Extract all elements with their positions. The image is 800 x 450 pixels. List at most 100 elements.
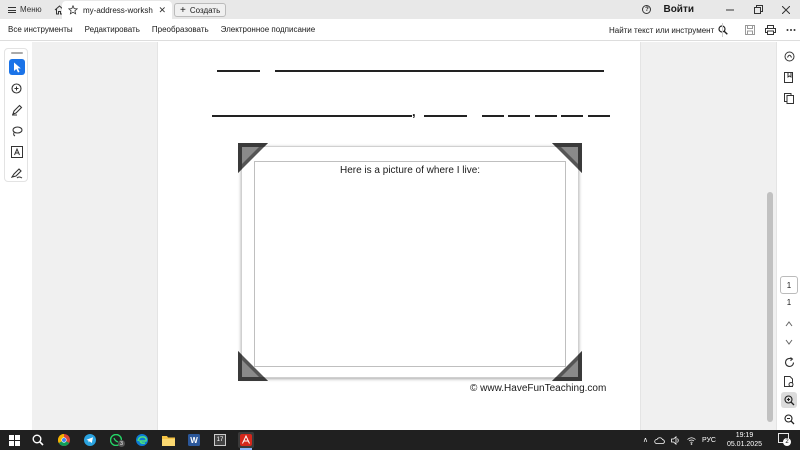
start-button[interactable] [6,432,22,448]
vertical-scrollbar[interactable] [764,42,776,430]
notification-button[interactable]: 2 [778,433,792,447]
restore-button[interactable] [744,0,772,19]
drag-handle-icon[interactable] [11,52,23,54]
chevron-up-icon[interactable]: ∧ [643,436,648,444]
menu-button[interactable]: Меню [0,0,50,19]
title-bar-right: ? Войти [642,0,800,19]
save-icon[interactable] [745,25,755,35]
acrobat-icon [240,434,252,446]
zip-blank-5 [588,115,610,117]
close-window-button[interactable] [772,0,800,19]
signature-icon [11,168,23,179]
more-options-icon[interactable] [786,25,796,35]
cloud-icon[interactable] [654,436,665,444]
wifi-icon[interactable] [687,436,696,445]
tab-all-tools[interactable]: Все инструменты [8,25,73,34]
blank-line-number [217,70,260,72]
sign-in-button[interactable]: Войти [663,4,694,15]
picture-caption: Here is a picture of where I live: [339,165,481,176]
right-tool-rail: 1 1 [776,42,800,430]
calendar-app-taskbar-button[interactable]: 17 [212,432,228,448]
tab-convert[interactable]: Преобразовать [152,25,209,34]
zoom-in-icon [783,394,794,405]
select-tool-button[interactable] [9,59,25,75]
highlight-tool-button[interactable] [9,102,25,118]
word-taskbar-button[interactable]: W [186,432,202,448]
tab-edit[interactable]: Редактировать [85,25,140,34]
menu-label: Меню [20,5,42,14]
photo-corner-bottom-right-icon [552,351,582,381]
whatsapp-badge: 3 [118,440,125,447]
blank-line-street [275,70,604,72]
close-icon [782,5,790,14]
rotate-button[interactable] [781,354,797,370]
edge-icon [136,434,148,446]
scrollbar-thumb[interactable] [767,192,773,422]
blank-line-city [212,115,412,117]
draw-tool-button[interactable] [9,123,25,139]
acrobat-taskbar-button[interactable] [238,432,254,448]
add-comment-icon [11,83,22,94]
search-icon [32,434,44,446]
quick-tools-panel [4,48,28,182]
main-toolbar: Все инструменты Редактировать Преобразов… [0,19,800,41]
picture-area: Here is a picture of where I live: [254,161,566,367]
file-explorer-taskbar-button[interactable] [160,432,176,448]
document-canvas[interactable]: , Here is a picture of where I live: © w… [32,42,776,430]
find-tool-button[interactable]: Найти текст или инструмент [609,19,729,41]
windows-taskbar: 3 W 17 ∧ РУС 19:19 05.01.2025 2 [0,430,800,450]
telegram-taskbar-button[interactable] [82,432,98,448]
whatsapp-taskbar-button[interactable]: 3 [108,432,125,448]
clock[interactable]: 19:19 05.01.2025 [727,431,762,449]
print-icon[interactable] [765,25,776,35]
bookmarks-button[interactable] [781,69,797,85]
system-tray: ∧ РУС [643,430,716,450]
taskbar-search-button[interactable] [30,432,46,448]
page-settings-icon [784,375,794,387]
zip-blank-2 [508,115,530,117]
tab-title: my-address-workshee... [83,5,153,15]
zoom-in-button[interactable] [781,392,797,408]
telegram-icon [84,434,96,446]
calendar-app-icon: 17 [214,434,226,446]
edge-taskbar-button[interactable] [134,432,150,448]
close-tab-icon[interactable]: ✕ [158,5,166,16]
rotate-icon [784,356,794,367]
text-box-icon [11,146,23,158]
page-number-input[interactable]: 1 [780,276,798,294]
next-page-button[interactable] [781,334,797,350]
blank-line-state [424,115,467,117]
zoom-out-button[interactable] [781,411,797,427]
clock-date: 05.01.2025 [726,441,762,448]
star-icon[interactable] [68,5,78,15]
left-tool-rail [0,42,32,430]
svg-text:W: W [190,436,198,445]
pen-icon [12,104,23,116]
toolbar-icons [745,19,796,41]
chrome-icon [58,434,70,446]
restore-icon [753,5,763,14]
text-tool-button[interactable] [9,144,25,160]
sign-tool-button[interactable] [9,165,25,181]
picture-frame: Here is a picture of where I live: [241,146,579,378]
tab-e-sign[interactable]: Электронное подписание [221,25,316,34]
help-icon[interactable]: ? [642,5,652,14]
minimize-button[interactable] [716,0,744,19]
comment-tool-button[interactable] [9,81,25,97]
chrome-taskbar-button[interactable] [56,432,72,448]
document-tab[interactable]: my-address-workshee... ✕ [62,1,172,19]
volume-icon[interactable] [671,435,681,445]
photo-corner-top-right-icon [552,143,582,173]
zip-blank-4 [561,115,583,117]
language-indicator[interactable]: РУС [702,437,716,444]
previous-page-button[interactable] [781,316,797,332]
ai-assistant-button[interactable] [781,48,797,64]
new-tab-button[interactable]: + Создать [174,3,227,17]
pages-button[interactable] [781,90,797,106]
clock-time: 19:19 [735,432,754,439]
chevron-down-icon [785,339,793,345]
comma-separator: , [412,104,416,119]
windows-logo-icon [8,434,20,446]
folder-icon [161,435,175,446]
page-options-button[interactable] [781,373,797,389]
